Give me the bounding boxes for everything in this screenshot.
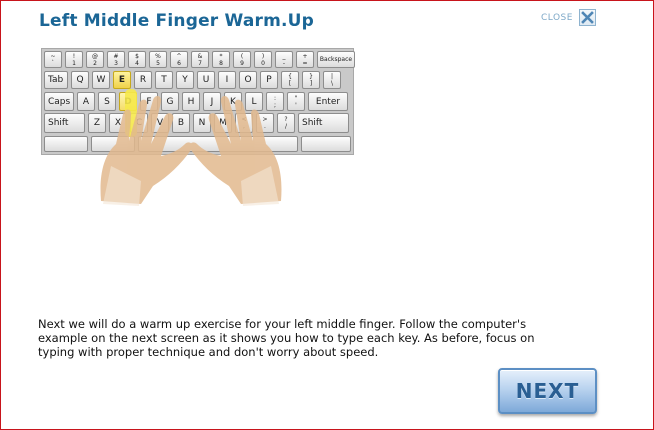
- key: ? /: [277, 113, 295, 133]
- key-l: L: [245, 92, 263, 111]
- key: {[: [281, 71, 299, 89]
- key-o: O: [239, 71, 257, 89]
- key: ) 0: [254, 51, 272, 68]
- key: ~ `: [44, 51, 62, 68]
- key: * 8: [212, 51, 230, 68]
- key: :;: [266, 92, 284, 111]
- key-shift-right: Shift: [298, 113, 349, 133]
- key-k: K: [224, 92, 242, 111]
- key: }]: [302, 71, 320, 89]
- key-b: B: [172, 113, 190, 133]
- key-w: W: [92, 71, 110, 89]
- lesson-window: Left Middle Finger Warm.Up CLOSE ~ `! 1 @2 #…: [0, 0, 654, 430]
- key-f: F: [140, 92, 158, 111]
- close-button[interactable]: CLOSE: [541, 9, 596, 26]
- key-s: S: [98, 92, 116, 111]
- key-z: Z: [88, 113, 106, 133]
- next-button[interactable]: NEXT: [498, 368, 597, 414]
- key: ! 1: [65, 51, 83, 68]
- key: % 5: [149, 51, 167, 68]
- key-alt-left: [91, 136, 135, 152]
- middle-finger-highlight: [125, 89, 137, 137]
- key-shift-left: Shift: [44, 113, 85, 133]
- key: & 7: [191, 51, 209, 68]
- key-e: E: [113, 71, 131, 89]
- close-icon[interactable]: [578, 9, 596, 26]
- key-enter: Enter: [308, 92, 348, 111]
- key: " ': [287, 92, 305, 111]
- key-caps: Caps: [44, 92, 74, 111]
- lesson-title: Left Middle Finger Warm.Up: [39, 11, 315, 31]
- key-j: J: [203, 92, 221, 111]
- key-u: U: [197, 71, 215, 89]
- key-ctrl-left: [44, 136, 88, 152]
- key-tab: Tab: [44, 71, 68, 89]
- key-p: P: [260, 71, 278, 89]
- key-v: V: [151, 113, 169, 133]
- key-m: M: [214, 113, 232, 133]
- key-ctrl-right: [301, 136, 351, 152]
- close-label: CLOSE: [541, 12, 573, 23]
- key-t: T: [155, 71, 173, 89]
- key: ^ 6: [170, 51, 188, 68]
- key-backspace: Backspace: [317, 51, 355, 68]
- key: _ -: [275, 51, 293, 68]
- keyboard-illustration: ~ `! 1 @2 #3 $4% 5 ^ 6 & 7 * 8(9) 0 _ - + = Backspace Tab Q W…: [41, 48, 355, 155]
- key: $4: [128, 51, 146, 68]
- key: #3: [107, 51, 125, 68]
- key-r: R: [134, 71, 152, 89]
- key-a: A: [77, 92, 95, 111]
- key: (9: [233, 51, 251, 68]
- instructions-text: Next we will do a warm up exercise for y…: [38, 317, 535, 359]
- key-y: Y: [176, 71, 194, 89]
- key-h: H: [182, 92, 200, 111]
- key-g: G: [161, 92, 179, 111]
- key: @2: [86, 51, 104, 68]
- key-n: N: [193, 113, 211, 133]
- key: | \: [323, 71, 341, 89]
- key: <,: [235, 113, 253, 133]
- key: >.: [256, 113, 274, 133]
- key: + =: [296, 51, 314, 68]
- key-q: Q: [71, 71, 89, 89]
- key-space: [138, 136, 298, 152]
- next-button-label: NEXT: [515, 379, 580, 403]
- key-i: I: [218, 71, 236, 89]
